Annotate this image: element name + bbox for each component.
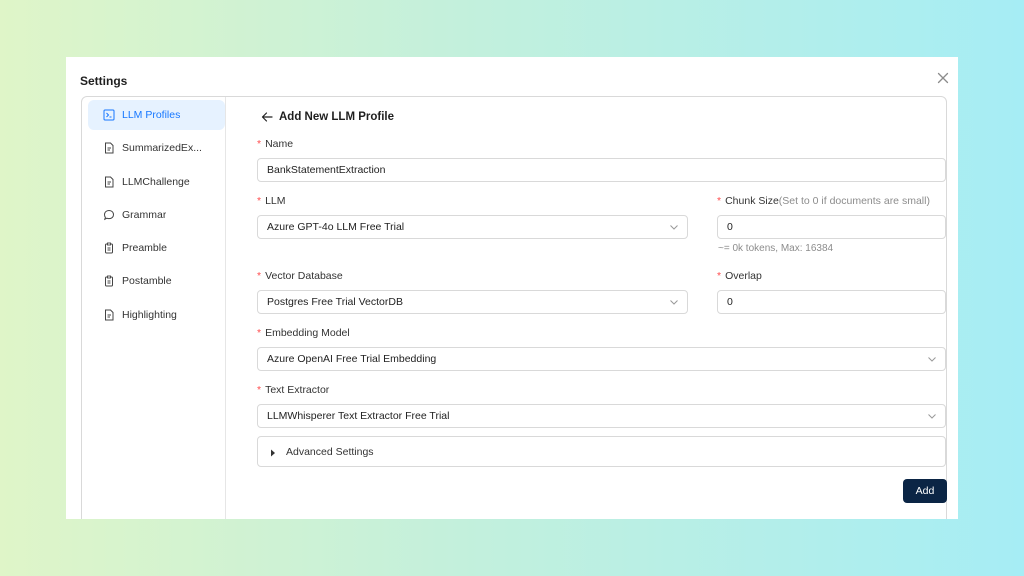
page-title: Add New LLM Profile xyxy=(261,111,394,123)
required-mark: * xyxy=(257,270,262,282)
vector-db-select[interactable]: Postgres Free Trial VectorDB xyxy=(257,290,688,314)
required-mark: * xyxy=(257,384,262,396)
llm-profile-form: Add New LLM Profile * Name BankStatementE… xyxy=(241,97,947,519)
sidebar-item-llmchallenge[interactable]: LLMChallenge xyxy=(88,167,225,197)
embedding-select-value: Azure OpenAI Free Trial Embedding xyxy=(267,353,437,365)
chevron-down-icon xyxy=(669,297,679,307)
required-mark: * xyxy=(257,195,262,207)
settings-sidebar: LLM Profiles SummarizedEx... LLMChalleng… xyxy=(88,97,226,519)
chat-bubble-icon xyxy=(102,208,116,222)
document-icon xyxy=(102,308,116,322)
back-arrow-icon[interactable] xyxy=(261,111,273,123)
sidebar-item-label: LLMChallenge xyxy=(122,175,190,188)
overlap-label: * Overlap xyxy=(717,270,762,282)
sidebar-item-label: LLM Profiles xyxy=(122,109,181,121)
sidebar-item-label: Highlighting xyxy=(122,308,177,321)
chunk-size-help: ~= 0k tokens, Max: 16384 xyxy=(718,243,834,254)
chunk-size-label: * Chunk Size(Set to 0 if documents are sm… xyxy=(717,195,930,207)
chunk-size-label-text: Chunk Size xyxy=(725,195,779,207)
llm-select[interactable]: Azure GPT-4o LLM Free Trial xyxy=(257,215,688,239)
text-extractor-select-value: LLMWhisperer Text Extractor Free Trial xyxy=(267,410,450,422)
sidebar-item-label: Preamble xyxy=(122,242,167,255)
sidebar-item-postamble[interactable]: Postamble xyxy=(88,266,225,296)
sidebar-item-label: SummarizedEx... xyxy=(122,142,202,155)
overlap-value: 0 xyxy=(727,296,733,308)
llm-label-text: LLM xyxy=(265,195,286,207)
vector-db-label: * Vector Database xyxy=(257,270,343,282)
chunk-size-input[interactable]: 0 xyxy=(717,215,946,239)
chevron-down-icon xyxy=(669,222,679,232)
sidebar-item-highlighting[interactable]: Highlighting xyxy=(88,300,225,330)
sidebar-item-llm-profiles[interactable]: LLM Profiles xyxy=(88,100,225,130)
chevron-down-icon xyxy=(927,354,937,364)
text-extractor-label: * Text Extractor xyxy=(257,384,329,396)
settings-panel: LLM Profiles SummarizedEx... LLMChalleng… xyxy=(81,96,947,519)
required-mark: * xyxy=(717,270,722,282)
document-icon xyxy=(102,175,116,189)
name-input-value: BankStatementExtraction xyxy=(267,164,386,176)
embedding-select[interactable]: Azure OpenAI Free Trial Embedding xyxy=(257,347,946,371)
advanced-settings-label: Advanced Settings xyxy=(286,445,374,458)
chevron-down-icon xyxy=(927,411,937,421)
chunk-size-value: 0 xyxy=(727,221,733,233)
terminal-icon xyxy=(102,108,116,122)
embedding-label: * Embedding Model xyxy=(257,327,350,339)
sidebar-item-preamble[interactable]: Preamble xyxy=(88,233,225,263)
sidebar-item-label: Grammar xyxy=(122,208,167,221)
sidebar-item-label: Postamble xyxy=(122,275,172,288)
overlap-input[interactable]: 0 xyxy=(717,290,946,314)
modal-title: Settings xyxy=(80,74,128,88)
name-label-text: Name xyxy=(265,138,294,150)
text-extractor-select[interactable]: LLMWhisperer Text Extractor Free Trial xyxy=(257,404,946,428)
vector-db-select-value: Postgres Free Trial VectorDB xyxy=(267,296,403,308)
embedding-label-text: Embedding Model xyxy=(265,327,350,339)
chunk-size-hint: (Set to 0 if documents are small) xyxy=(778,195,930,207)
llm-label: * LLM xyxy=(257,195,286,207)
clipboard-icon xyxy=(102,274,116,288)
required-mark: * xyxy=(257,327,262,339)
llm-select-value: Azure GPT-4o LLM Free Trial xyxy=(267,221,405,233)
clipboard-icon xyxy=(102,241,116,255)
caret-right-icon xyxy=(270,448,276,456)
vector-db-label-text: Vector Database xyxy=(265,270,343,282)
name-label: * Name xyxy=(257,138,293,150)
close-icon[interactable] xyxy=(937,71,949,84)
page-title-text: Add New LLM Profile xyxy=(279,111,394,123)
advanced-settings-collapse[interactable]: Advanced Settings xyxy=(257,436,946,467)
sidebar-item-grammar[interactable]: Grammar xyxy=(88,200,225,230)
text-extractor-label-text: Text Extractor xyxy=(265,384,330,396)
overlap-label-text: Overlap xyxy=(725,270,762,282)
add-button[interactable]: Add xyxy=(903,479,947,503)
settings-modal: Settings LLM Profiles SummarizedEx... LL… xyxy=(66,57,958,519)
document-icon xyxy=(102,141,116,155)
required-mark: * xyxy=(257,138,262,150)
name-input[interactable]: BankStatementExtraction xyxy=(257,158,946,182)
required-mark: * xyxy=(717,195,722,207)
sidebar-item-summarized-extraction[interactable]: SummarizedEx... xyxy=(88,133,225,163)
